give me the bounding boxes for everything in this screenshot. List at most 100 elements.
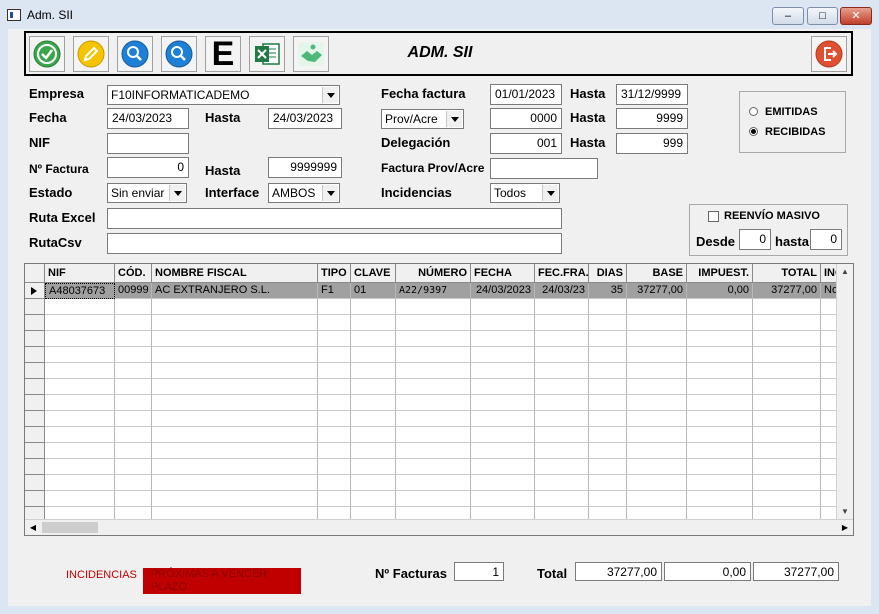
empty-cell[interactable] — [753, 443, 821, 459]
empty-cell[interactable] — [318, 331, 351, 347]
col-header-dias[interactable]: DIAS — [589, 264, 627, 283]
empty-cell[interactable] — [687, 491, 753, 507]
empty-cell[interactable] — [589, 491, 627, 507]
empty-cell[interactable] — [687, 299, 753, 315]
reenvio-hasta-input[interactable]: 0 — [810, 229, 842, 250]
empty-cell[interactable] — [115, 379, 152, 395]
empty-cell[interactable] — [351, 395, 396, 411]
empty-cell[interactable] — [535, 427, 589, 443]
row-header[interactable] — [25, 411, 45, 427]
empty-cell[interactable] — [396, 395, 471, 411]
empty-cell[interactable] — [45, 491, 115, 507]
col-header-fecha[interactable]: FECHA — [471, 264, 535, 283]
empty-cell[interactable] — [115, 331, 152, 347]
empty-cell[interactable] — [351, 331, 396, 347]
empty-cell[interactable] — [152, 379, 318, 395]
empty-cell[interactable] — [535, 411, 589, 427]
empty-cell[interactable] — [396, 475, 471, 491]
empty-cell[interactable] — [471, 475, 535, 491]
fecha-desde-input[interactable]: 24/03/2023 — [107, 108, 189, 129]
col-header-tipo[interactable]: TIPO — [318, 264, 351, 283]
empty-cell[interactable] — [535, 331, 589, 347]
export-e-button[interactable]: E — [205, 36, 241, 72]
empty-cell[interactable] — [753, 491, 821, 507]
empty-cell[interactable] — [115, 427, 152, 443]
empty-cell[interactable] — [152, 427, 318, 443]
emitidas-radio[interactable] — [749, 107, 758, 116]
empty-cell[interactable] — [627, 395, 687, 411]
empty-cell[interactable] — [627, 315, 687, 331]
empty-cell[interactable] — [152, 475, 318, 491]
empty-cell[interactable] — [627, 459, 687, 475]
empty-cell[interactable] — [471, 331, 535, 347]
empty-cell[interactable] — [627, 475, 687, 491]
empty-cell[interactable] — [115, 443, 152, 459]
empty-cell[interactable] — [115, 459, 152, 475]
cell-tipo[interactable]: F1 — [318, 283, 351, 299]
empty-cell[interactable] — [627, 491, 687, 507]
empty-cell[interactable] — [318, 315, 351, 331]
empty-cell[interactable] — [318, 491, 351, 507]
empty-cell[interactable] — [471, 315, 535, 331]
empty-cell[interactable] — [535, 475, 589, 491]
empty-cell[interactable] — [535, 315, 589, 331]
row-header[interactable] — [25, 331, 45, 347]
estado-select[interactable]: Sin enviar — [107, 183, 187, 203]
maximize-button[interactable]: □ — [807, 7, 838, 25]
empty-cell[interactable] — [396, 315, 471, 331]
cell-dias[interactable]: 35 — [589, 283, 627, 299]
row-header[interactable] — [25, 443, 45, 459]
scroll-right-icon[interactable]: ▶ — [837, 520, 853, 535]
prov-acre-hasta-input[interactable]: 9999 — [616, 108, 688, 129]
scroll-down-icon[interactable]: ▼ — [837, 504, 853, 520]
empty-cell[interactable] — [589, 411, 627, 427]
empty-cell[interactable] — [115, 315, 152, 331]
scroll-up-icon[interactable]: ▲ — [837, 264, 853, 280]
num-factura-desde-input[interactable]: 0 — [107, 157, 189, 178]
search-advanced-button[interactable] — [161, 36, 197, 72]
empty-cell[interactable] — [152, 315, 318, 331]
empty-cell[interactable] — [351, 491, 396, 507]
empty-cell[interactable] — [535, 379, 589, 395]
empty-cell[interactable] — [753, 331, 821, 347]
row-header[interactable] — [25, 475, 45, 491]
empty-cell[interactable] — [589, 347, 627, 363]
cell-total[interactable]: 37277,00 — [753, 283, 821, 299]
cell-impuest[interactable]: 0,00 — [687, 283, 753, 299]
empty-cell[interactable] — [535, 491, 589, 507]
col-header-nif[interactable]: NIF — [45, 264, 115, 283]
empty-cell[interactable] — [535, 363, 589, 379]
row-header[interactable] — [25, 379, 45, 395]
empty-cell[interactable] — [351, 459, 396, 475]
col-header-cod[interactable]: CÓD. — [115, 264, 152, 283]
handshake-button[interactable] — [293, 36, 329, 72]
ruta-excel-input[interactable] — [107, 208, 562, 229]
num-factura-hasta-input[interactable]: 9999999 — [268, 157, 342, 178]
empty-cell[interactable] — [687, 379, 753, 395]
col-header-fec-fra[interactable]: FEC.FRA. — [535, 264, 589, 283]
empty-cell[interactable] — [471, 459, 535, 475]
cell-numero[interactable]: A22/9397 — [396, 283, 471, 299]
empty-cell[interactable] — [45, 315, 115, 331]
empty-cell[interactable] — [471, 395, 535, 411]
empty-cell[interactable] — [687, 459, 753, 475]
col-header-base[interactable]: BASE — [627, 264, 687, 283]
empty-cell[interactable] — [471, 363, 535, 379]
empty-cell[interactable] — [589, 395, 627, 411]
empty-cell[interactable] — [152, 411, 318, 427]
cell-fec-fra[interactable]: 24/03/23 — [535, 283, 589, 299]
nif-input[interactable] — [107, 133, 189, 154]
col-header-clave[interactable]: CLAVE — [351, 264, 396, 283]
empty-cell[interactable] — [753, 347, 821, 363]
empty-cell[interactable] — [45, 459, 115, 475]
exit-button[interactable] — [811, 36, 847, 72]
empty-cell[interactable] — [318, 459, 351, 475]
empty-cell[interactable] — [753, 411, 821, 427]
horizontal-scrollbar[interactable]: ◀ ▶ — [25, 519, 853, 535]
empty-cell[interactable] — [318, 475, 351, 491]
row-header[interactable] — [25, 459, 45, 475]
empty-cell[interactable] — [318, 443, 351, 459]
empty-cell[interactable] — [687, 315, 753, 331]
empty-cell[interactable] — [45, 411, 115, 427]
empty-cell[interactable] — [152, 347, 318, 363]
